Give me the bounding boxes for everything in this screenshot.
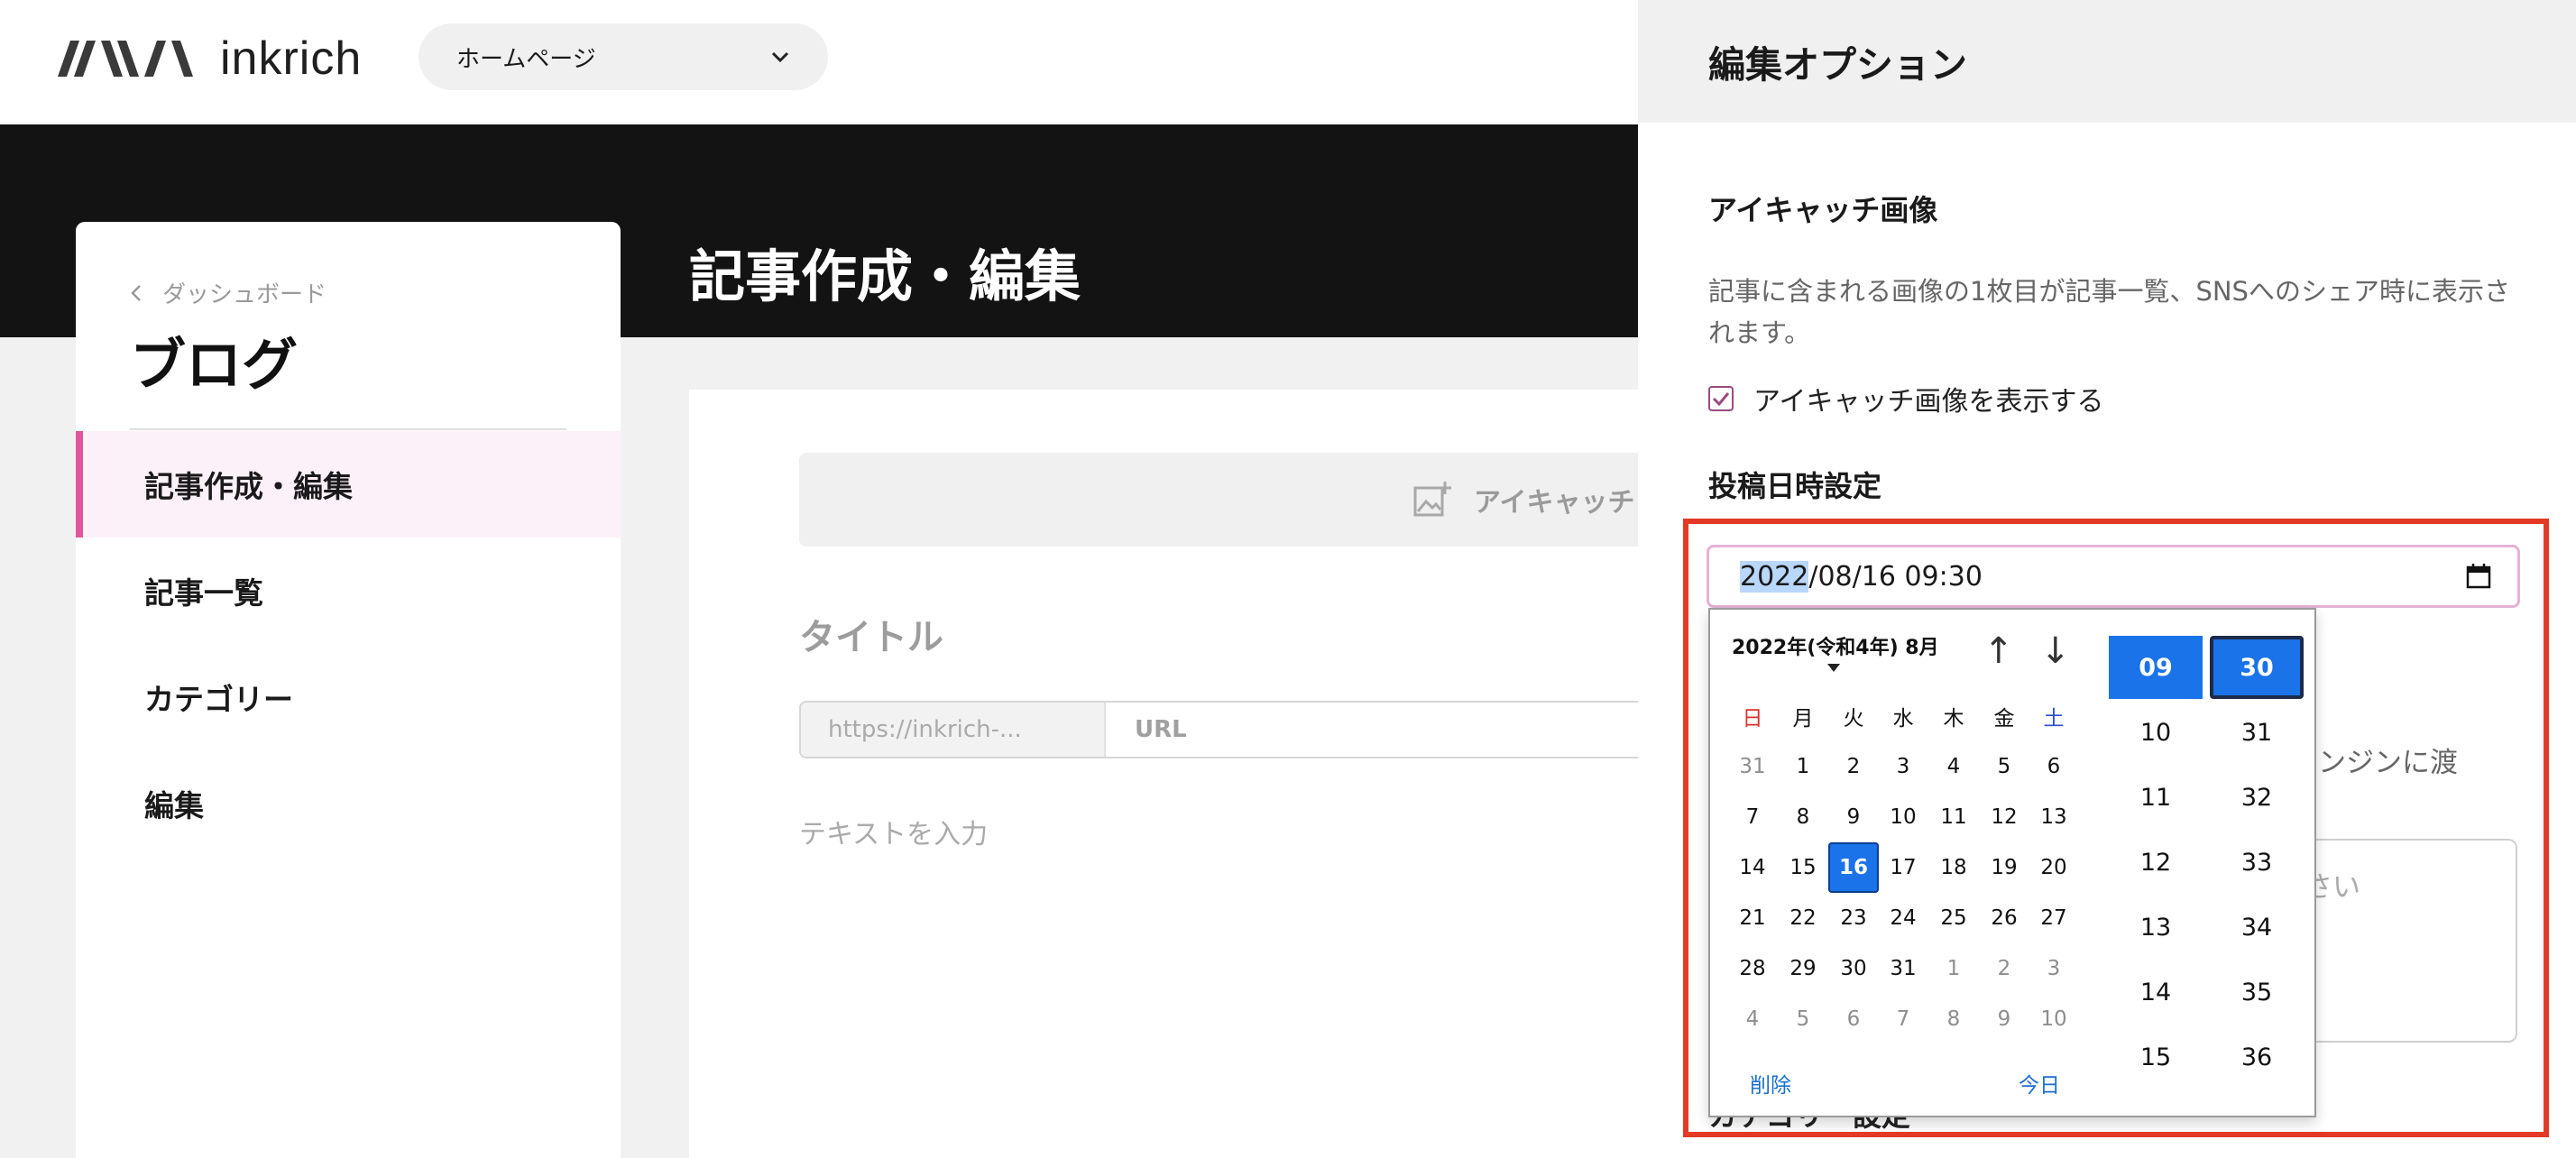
datetime-heading: 投稿日時設定: [1708, 469, 1882, 503]
sidebar-divider: [130, 428, 566, 430]
eyecatch-description: 記事に含まれる画像の1枚目が記事一覧、SNSへのシェア時に表示されます。: [1708, 276, 2510, 348]
sidebar-item-label: 編集: [144, 788, 204, 823]
chevron-left-icon: [131, 284, 141, 301]
sidebar-item-article-list[interactable]: 記事一覧: [76, 538, 621, 644]
url-prefix: https://inkrich-...: [801, 703, 1106, 757]
site-select-value: ホームページ: [456, 45, 596, 73]
logo-mark-icon: [58, 41, 193, 77]
url-input[interactable]: URL: [1106, 703, 1187, 757]
back-label: ダッシュボード: [162, 281, 327, 308]
eyecatch-heading: アイキャッチ画像: [1708, 193, 1938, 227]
logo-text: inkrich: [220, 32, 363, 85]
options-panel-title: 編集オプション: [1708, 43, 1967, 87]
eyecatch-checkbox-label: アイキャッチ画像を表示する: [1753, 386, 2104, 418]
sidebar-title: ブログ: [130, 332, 299, 398]
page-title: 記事作成・編集: [689, 244, 1081, 309]
highlight-box: [1683, 519, 2549, 1137]
title-input[interactable]: タイトル: [799, 608, 943, 660]
eyecatch-checkbox-row[interactable]: アイキャッチ画像を表示する: [1708, 379, 2104, 418]
sidebar-item-label: 記事一覧: [144, 575, 263, 611]
checkmark-icon: [1712, 392, 1730, 406]
sidebar-item-label: 記事作成・編集: [144, 469, 353, 504]
url-field[interactable]: https://inkrich-... URL: [799, 701, 1647, 758]
body-text-input[interactable]: テキストを入力: [799, 812, 988, 851]
eyecatch-button-label: アイキャッチ: [1474, 487, 1635, 519]
add-image-icon: [1413, 482, 1451, 517]
sidebar-item-create-edit[interactable]: 記事作成・編集: [76, 431, 621, 538]
sidebar-item-category[interactable]: カテゴリー: [76, 644, 621, 750]
logo[interactable]: inkrich: [58, 32, 363, 85]
sidebar-item-edit[interactable]: 編集: [76, 750, 621, 857]
eyecatch-upload-button[interactable]: アイキャッチ: [799, 453, 1647, 547]
back-to-dashboard-link[interactable]: ダッシュボード: [130, 276, 327, 309]
eyecatch-checkbox[interactable]: [1708, 386, 1734, 411]
sidebar-item-label: カテゴリー: [144, 682, 293, 717]
site-select[interactable]: ホームページ: [419, 23, 828, 90]
chevron-down-icon: [771, 51, 789, 63]
